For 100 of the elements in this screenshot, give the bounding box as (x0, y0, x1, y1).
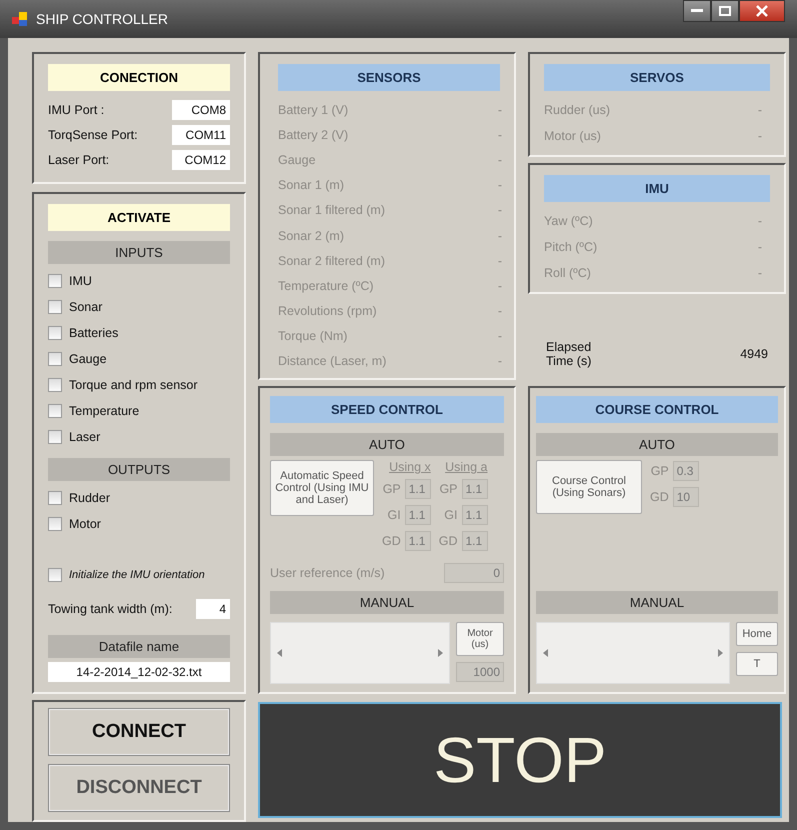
group-header: INPUTS (48, 241, 230, 264)
gain-label: GI (388, 508, 401, 522)
minimize-icon (691, 9, 703, 13)
checkbox[interactable] (48, 378, 62, 392)
stop-button[interactable]: STOP (258, 702, 782, 818)
group-header: AUTO (270, 433, 504, 456)
window-title: SHIP CONTROLLER (36, 11, 168, 27)
sensor-label: Temperature (ºC) (278, 278, 374, 293)
course-button[interactable]: Home (736, 622, 778, 646)
gain-label: GP (650, 464, 669, 478)
reading-label: Pitch (ºC) (544, 240, 598, 254)
checkbox-label: Temperature (69, 404, 140, 418)
checkbox[interactable] (48, 430, 62, 444)
tank-width-field[interactable]: 4 (196, 598, 230, 618)
section-title: COURSE CONTROL (536, 396, 778, 423)
checkbox[interactable] (48, 517, 62, 531)
sensor-label: Sonar 2 filtered (m) (278, 254, 385, 268)
checkbox-label: Laser (69, 430, 100, 444)
sensor-value: - (498, 228, 502, 243)
group-header: MANUAL (536, 591, 778, 614)
checkbox[interactable] (48, 300, 62, 314)
reading-label: Motor (us) (544, 129, 601, 143)
checkbox[interactable] (48, 404, 62, 418)
checkbox-label: Rudder (69, 491, 110, 505)
group-header: AUTO (536, 433, 778, 456)
section-title: SENSORS (278, 64, 500, 91)
minimize-button[interactable] (683, 0, 711, 22)
section-title: ACTIVATE (48, 204, 230, 231)
reading-value: - (758, 129, 762, 143)
sensor-value: - (498, 178, 502, 192)
user-reference-label: User reference (m/s) (270, 566, 385, 580)
reading-value: - (758, 214, 762, 228)
sensor-label: Gauge (278, 152, 316, 167)
gain-label: GP (439, 482, 458, 496)
column-header: Using x (388, 460, 431, 474)
column-header: Using a (444, 460, 488, 474)
reading-label: Yaw (ºC) (544, 214, 593, 228)
left-arrow-icon[interactable] (277, 649, 282, 657)
checkbox[interactable] (48, 352, 62, 366)
sensor-value: - (498, 329, 502, 344)
close-icon (756, 5, 768, 17)
left-arrow-icon[interactable] (543, 649, 548, 657)
maximize-icon (719, 6, 731, 16)
connect-button[interactable]: CONNECT (48, 708, 230, 756)
port-field[interactable]: COM12 (172, 150, 230, 170)
group-header: OUTPUTS (48, 458, 230, 481)
elapsed-label: Elapsed Time (s) (546, 340, 592, 368)
group-header: MANUAL (270, 591, 504, 614)
checkbox-label: Motor (69, 517, 101, 531)
port-label: IMU Port : (48, 102, 104, 116)
motor-button[interactable]: Motor (us) (456, 622, 504, 656)
checkbox[interactable] (48, 326, 62, 340)
slider-track[interactable] (536, 622, 730, 684)
gain-label: GI (444, 508, 458, 522)
course-control-button[interactable]: Course Control (Using Sonars) (536, 460, 642, 514)
maximize-button[interactable] (711, 0, 739, 22)
sensor-label: Sonar 2 (m) (278, 228, 344, 243)
checkbox[interactable] (48, 568, 62, 582)
sensor-label: Sonar 1 (m) (278, 178, 344, 192)
section-title: SERVOS (544, 64, 770, 91)
section-title: IMU (544, 175, 770, 202)
sensor-label: Sonar 1 filtered (m) (278, 203, 385, 218)
section-title: CONECTION (48, 64, 230, 91)
elapsed-value: 4949 (740, 347, 768, 361)
checkbox-label: IMU (69, 274, 92, 288)
sensor-value: - (498, 102, 502, 117)
checkbox-label: Gauge (69, 352, 107, 366)
sensor-label: Revolutions (rpm) (278, 304, 377, 318)
sensor-label: Distance (Laser, m) (278, 354, 386, 368)
checkbox-label: Batteries (69, 326, 118, 340)
auto-speed-button[interactable]: Automatic Speed Control (Using IMU and Laser) (270, 460, 374, 516)
reading-label: Roll (ºC) (544, 266, 591, 280)
checkbox-label: Torque and rpm sensor (69, 378, 198, 392)
sensor-label: Battery 2 (V) (278, 128, 348, 142)
sensor-value: - (498, 354, 502, 368)
sensor-value: - (498, 254, 502, 268)
sensor-label: Battery 1 (V) (278, 102, 348, 117)
port-field[interactable]: COM11 (172, 124, 230, 144)
gain-label: GP (382, 482, 401, 496)
checkbox-label: Initialize the IMU orientation (69, 569, 205, 581)
right-arrow-icon[interactable] (718, 649, 723, 657)
sensor-value: - (498, 128, 502, 142)
checkbox[interactable] (48, 491, 62, 505)
course-button[interactable]: T (736, 652, 778, 676)
close-button[interactable] (739, 0, 785, 22)
app-icon (12, 11, 28, 27)
port-label: Laser Port: (48, 152, 110, 166)
sensor-value: - (498, 278, 502, 293)
right-arrow-icon[interactable] (438, 649, 443, 657)
datafile-field[interactable]: 14-2-2014_12-02-32.txt (48, 662, 230, 682)
port-label: TorqSense Port: (48, 128, 138, 142)
gain-label: GD (382, 534, 401, 548)
group-header: Datafile name (48, 635, 230, 658)
gain-label: GD (650, 490, 669, 504)
section-title: SPEED CONTROL (270, 396, 504, 423)
reading-value: - (758, 240, 762, 254)
port-field[interactable]: COM8 (172, 100, 230, 120)
sensor-value: - (498, 152, 502, 167)
checkbox[interactable] (48, 274, 62, 288)
slider-track[interactable] (270, 622, 450, 684)
